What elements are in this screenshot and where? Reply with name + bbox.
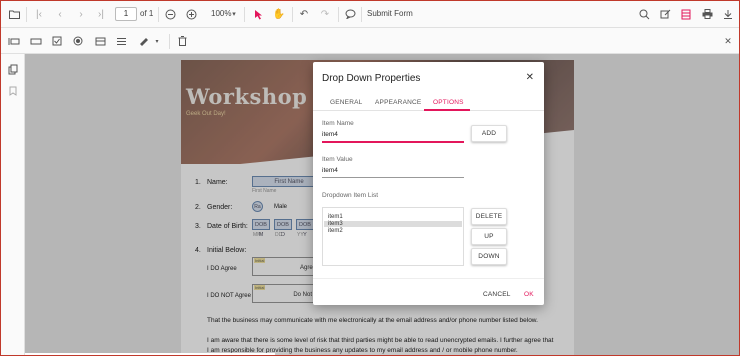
zoom-out-icon[interactable] (163, 7, 177, 21)
page-thumbnails-icon[interactable] (6, 62, 20, 76)
form-designer-icon[interactable] (679, 7, 693, 21)
checkbox-field-icon[interactable] (50, 34, 64, 48)
up-button[interactable]: UP (471, 228, 507, 245)
close-toolbar-icon[interactable]: ✕ (721, 34, 735, 48)
next-page-icon[interactable]: › (74, 7, 88, 21)
signature-dropdown-chevron-icon[interactable]: ▾ (150, 34, 164, 48)
download-icon[interactable] (721, 7, 735, 21)
dropdown-field-icon[interactable] (93, 34, 107, 48)
delete-button[interactable]: DELETE (471, 208, 507, 225)
folder-icon[interactable] (7, 7, 21, 21)
zoom-in-icon[interactable] (184, 7, 198, 21)
select-cursor-icon[interactable] (251, 7, 265, 21)
pan-hand-icon[interactable]: ✋ (272, 7, 286, 21)
list-item[interactable]: item2 (328, 228, 343, 234)
tab-general[interactable]: GENERAL (330, 99, 362, 106)
close-icon[interactable]: ✕ (526, 72, 534, 83)
item-value-label: Item Value (322, 156, 353, 163)
dialog-title: Drop Down Properties (322, 73, 421, 84)
list-item-selected[interactable]: item3 (324, 221, 462, 227)
print-icon[interactable] (700, 7, 714, 21)
ok-button[interactable]: OK (524, 291, 534, 298)
last-page-icon[interactable]: ›| (94, 7, 108, 21)
radio-field-icon[interactable] (71, 34, 85, 48)
navigation-sidebar (1, 54, 25, 355)
item-value-input[interactable]: item4 (322, 167, 338, 174)
signature-field-icon[interactable] (137, 34, 151, 48)
page-number-input[interactable]: 1 (115, 7, 137, 21)
list-item[interactable]: item1 (328, 214, 343, 220)
password-field-icon[interactable] (29, 34, 43, 48)
page-count-label: of 1 (140, 9, 154, 18)
listbox-field-icon[interactable] (114, 34, 128, 48)
search-icon[interactable] (637, 7, 651, 21)
textbox-field-icon[interactable] (7, 34, 21, 48)
tab-options[interactable]: OPTIONS (433, 99, 464, 106)
redo-icon[interactable]: ↷ (318, 7, 332, 21)
add-button[interactable]: ADD (471, 125, 507, 142)
undo-icon[interactable]: ↶ (297, 7, 311, 21)
submit-form-button[interactable]: Submit Form (367, 9, 413, 18)
down-button[interactable]: DOWN (471, 248, 507, 265)
prev-page-icon[interactable]: ‹ (53, 7, 67, 21)
pdf-viewer-window: |‹ ‹ › ›| 1 of 1 100% ▾ ✋ ↶ ↷ Submit For… (0, 0, 740, 356)
form-designer-toolbar: ▾ ✕ (1, 28, 739, 54)
first-page-icon[interactable]: |‹ (32, 7, 46, 21)
active-tab-indicator (424, 109, 470, 111)
annotation-icon[interactable] (658, 7, 672, 21)
main-toolbar: |‹ ‹ › ›| 1 of 1 100% ▾ ✋ ↶ ↷ Submit For… (1, 1, 739, 28)
item-name-label: Item Name (322, 120, 354, 127)
dialog-tabs: GENERAL APPEARANCE OPTIONS (313, 95, 544, 111)
drop-down-properties-dialog: Drop Down Properties ✕ GENERAL APPEARANC… (313, 62, 544, 305)
dropdown-item-list-label: Dropdown Item List (322, 192, 378, 199)
delete-field-icon[interactable] (175, 34, 189, 48)
item-name-input[interactable]: item4 (322, 131, 338, 138)
cancel-button[interactable]: CANCEL (483, 291, 511, 298)
bookmark-icon[interactable] (6, 84, 20, 98)
chevron-down-icon[interactable]: ▾ (227, 7, 241, 21)
dropdown-item-list[interactable]: item1 item3 item2 (322, 207, 464, 266)
tab-appearance[interactable]: APPEARANCE (375, 99, 421, 106)
comment-icon[interactable] (343, 7, 357, 21)
